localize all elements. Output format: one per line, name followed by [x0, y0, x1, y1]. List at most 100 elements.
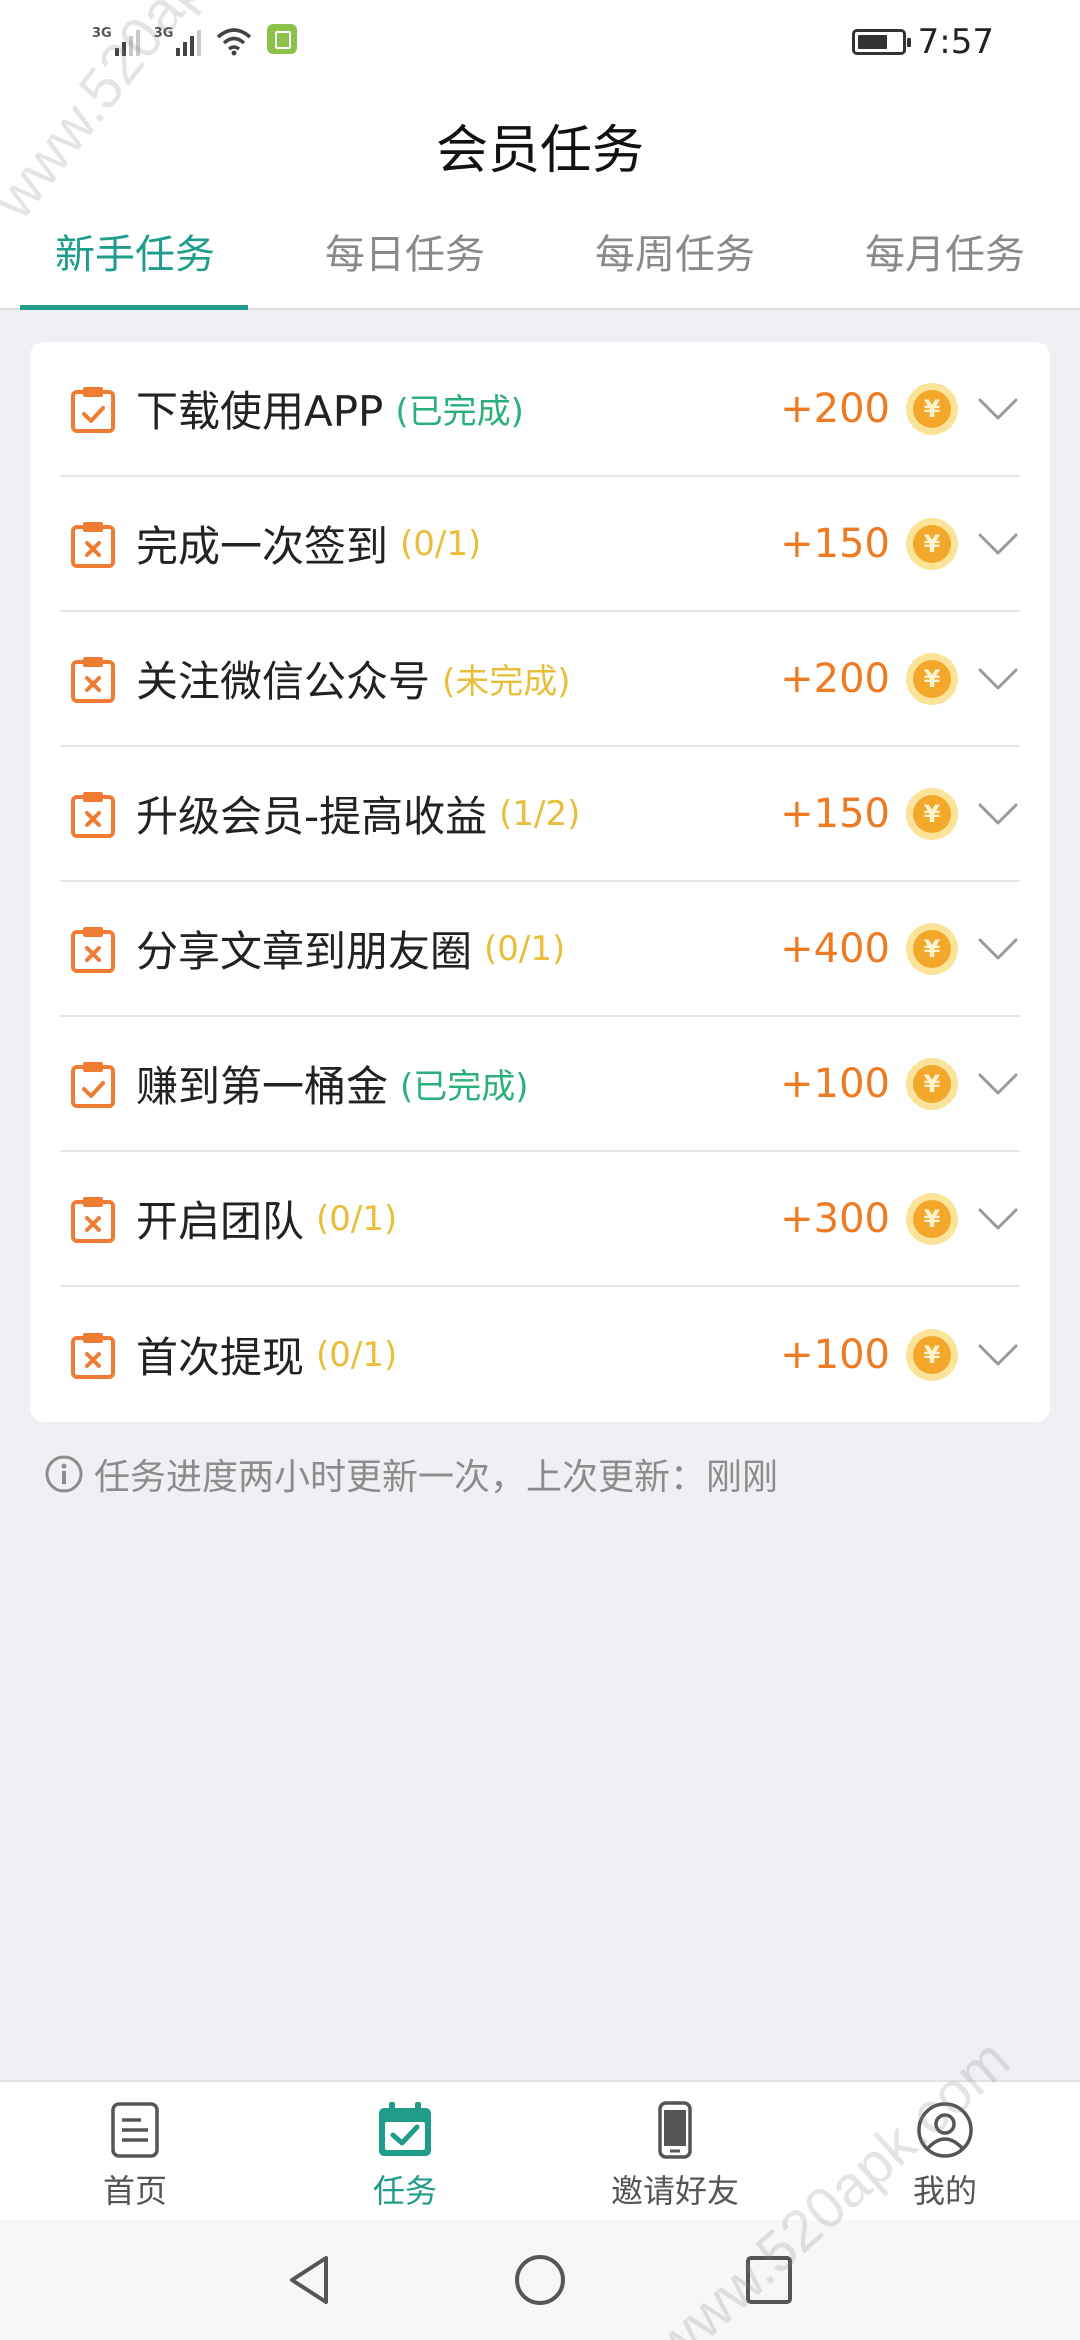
task-reward: +150	[780, 520, 890, 567]
coin-icon: ¥	[906, 787, 958, 840]
chevron-down-icon[interactable]	[976, 1204, 1020, 1234]
task-name: 分享文章到朋友圈	[136, 927, 473, 976]
task-status: (0/1)	[316, 1334, 398, 1375]
clipboard-check-icon	[71, 1061, 115, 1108]
task-row[interactable]: 完成一次签到 (0/1) +150 ¥	[60, 477, 1020, 612]
nav-label-mine: 我的	[912, 2172, 977, 2210]
coin-icon: ¥	[906, 1328, 958, 1381]
user-icon	[917, 2102, 973, 2158]
update-note: 任务进度两小时更新一次，上次更新：刚刚	[44, 1448, 778, 1500]
notification-icon	[267, 24, 298, 54]
network-type-label: 3G	[153, 26, 174, 41]
document-icon	[111, 2102, 159, 2158]
coin-symbol: ¥	[913, 659, 951, 698]
coin-icon: ¥	[906, 922, 958, 975]
clipboard-x-icon	[71, 656, 115, 703]
back-icon[interactable]	[284, 2252, 334, 2308]
task-status: (1/2)	[499, 793, 581, 834]
chevron-down-icon[interactable]	[976, 799, 1020, 829]
status-left: 3G 3G	[92, 24, 298, 56]
chevron-down-icon[interactable]	[976, 529, 1020, 559]
nav-item-home[interactable]: 首页	[0, 2082, 270, 2220]
chevron-down-icon[interactable]	[976, 394, 1020, 424]
task-reward: +150	[780, 790, 890, 837]
task-reward: +200	[780, 655, 890, 702]
bottom-nav: 首页 任务 邀请好友 我的	[0, 2080, 1080, 2220]
calendar-check-icon	[379, 2102, 431, 2156]
cell-signal-2: 3G	[154, 26, 202, 56]
wifi-icon	[215, 26, 253, 56]
clipboard-x-icon	[71, 791, 115, 838]
task-reward: +300	[780, 1195, 890, 1242]
task-status: (0/1)	[400, 523, 482, 564]
coin-symbol: ¥	[913, 389, 951, 428]
tab-weekly[interactable]: 每周任务	[540, 210, 810, 308]
task-list-card: 下载使用APP (已完成) +200 ¥ 完成一次签到 (0/1) +150 ¥ 关注微信公众号…	[30, 342, 1050, 1422]
coin-symbol: ¥	[913, 524, 951, 563]
chevron-down-icon[interactable]	[976, 934, 1020, 964]
cell-signal-1: 3G	[92, 26, 140, 56]
coin-icon: ¥	[906, 1057, 958, 1110]
battery-icon	[851, 29, 911, 55]
status-bar: 3G 3G 7:57	[0, 0, 1080, 84]
task-name: 赚到第一桶金	[136, 1062, 389, 1111]
task-reward: +400	[780, 925, 890, 972]
clipboard-x-icon	[71, 926, 115, 973]
task-tabs: 新手任务 每日任务 每周任务 每月任务	[0, 210, 1080, 310]
clipboard-check-icon	[71, 386, 115, 433]
task-row[interactable]: 开启团队 (0/1) +300 ¥	[60, 1152, 1020, 1287]
task-name: 下载使用APP	[136, 387, 384, 436]
task-row[interactable]: 关注微信公众号 (未完成) +200 ¥	[60, 612, 1020, 747]
task-row[interactable]: 分享文章到朋友圈 (0/1) +400 ¥	[60, 882, 1020, 1017]
task-reward: +100	[780, 1331, 890, 1378]
chevron-down-icon[interactable]	[976, 664, 1020, 694]
phone-icon	[658, 2101, 692, 2159]
task-reward: +200	[780, 385, 890, 432]
nav-item-mine[interactable]: 我的	[810, 2082, 1080, 2220]
clipboard-x-icon	[71, 1196, 115, 1243]
task-name: 首次提现	[136, 1333, 305, 1382]
task-row[interactable]: 赚到第一桶金 (已完成) +100 ¥	[60, 1017, 1020, 1152]
nav-item-tasks[interactable]: 任务	[270, 2082, 540, 2220]
coin-symbol: ¥	[913, 794, 951, 833]
tab-daily[interactable]: 每日任务	[270, 210, 540, 308]
task-status: (已完成)	[400, 1067, 529, 1107]
task-name: 升级会员-提高收益	[136, 792, 488, 841]
chevron-down-icon[interactable]	[976, 1069, 1020, 1099]
page-title: 会员任务	[435, 121, 644, 181]
task-name: 开启团队	[136, 1197, 305, 1246]
signal-bars-icon	[176, 26, 202, 56]
task-name: 关注微信公众号	[136, 657, 431, 706]
tab-monthly[interactable]: 每月任务	[810, 210, 1080, 308]
task-row[interactable]: 首次提现 (0/1) +100 ¥	[60, 1287, 1020, 1422]
home-circle-icon[interactable]	[512, 2252, 568, 2308]
task-status: (已完成)	[395, 392, 524, 432]
recents-square-icon[interactable]	[744, 2252, 794, 2308]
coin-icon: ¥	[906, 652, 958, 705]
task-row[interactable]: 下载使用APP (已完成) +200 ¥	[60, 342, 1020, 477]
network-type-label: 3G	[92, 26, 112, 41]
coin-symbol: ¥	[913, 1335, 951, 1374]
nav-label-home: 首页	[102, 2172, 167, 2210]
signal-bars-icon	[114, 26, 140, 56]
coin-icon: ¥	[906, 1192, 958, 1245]
clock: 7:57	[917, 22, 994, 62]
coin-icon: ¥	[906, 382, 958, 435]
chevron-down-icon[interactable]	[976, 1340, 1020, 1370]
info-icon	[45, 1455, 83, 1493]
task-name: 完成一次签到	[136, 522, 389, 571]
update-note-text: 任务进度两小时更新一次，上次更新：刚刚	[94, 1457, 779, 1498]
tab-newbie[interactable]: 新手任务	[0, 210, 270, 310]
coin-symbol: ¥	[913, 1199, 951, 1238]
nav-label-tasks: 任务	[372, 2172, 437, 2210]
status-right: 7:57	[851, 22, 994, 62]
clipboard-x-icon	[71, 521, 115, 568]
task-status: (0/1)	[316, 1198, 398, 1239]
nav-label-invite: 邀请好友	[610, 2172, 739, 2210]
task-status: (未完成)	[442, 662, 571, 702]
task-row[interactable]: 升级会员-提高收益 (1/2) +150 ¥	[60, 747, 1020, 882]
coin-symbol: ¥	[913, 929, 951, 968]
nav-item-invite[interactable]: 邀请好友	[540, 2082, 810, 2220]
system-nav-bar	[0, 2220, 1080, 2340]
task-reward: +100	[780, 1060, 890, 1107]
